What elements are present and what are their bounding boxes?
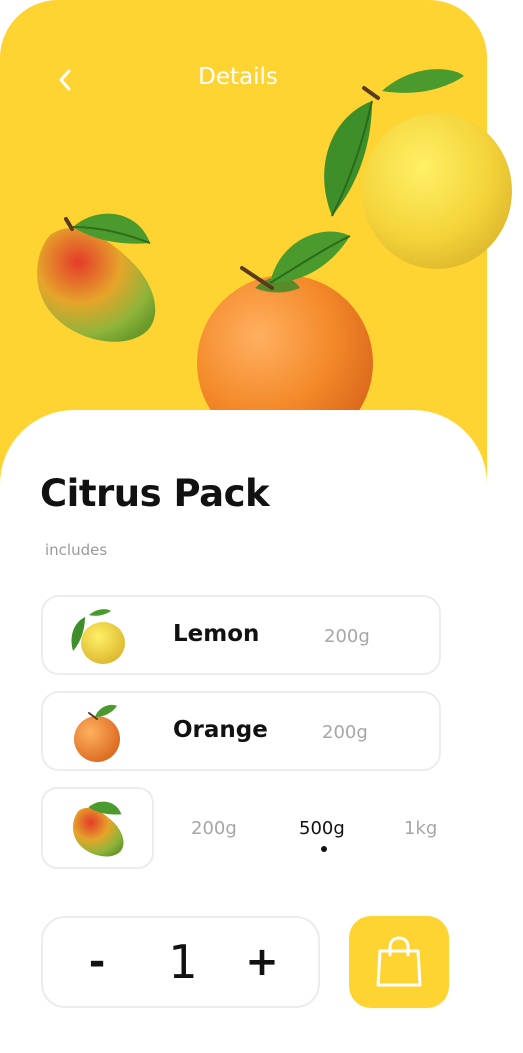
lemon-icon <box>71 609 125 664</box>
item-weight: 200g <box>322 722 368 743</box>
hero-mango-image <box>37 213 156 342</box>
item-card-lemon[interactable]: Lemon 200g <box>41 595 441 675</box>
increment-button[interactable]: + <box>240 936 284 988</box>
mango-card[interactable] <box>41 787 154 869</box>
item-name: Orange <box>173 717 268 743</box>
weight-option-500g[interactable]: 500g <box>299 818 345 839</box>
orange-icon <box>74 704 120 762</box>
item-name: Lemon <box>173 621 260 647</box>
item-card-orange[interactable]: Orange 200g <box>41 691 441 771</box>
weight-option-1kg[interactable]: 1kg <box>404 818 437 839</box>
quantity-stepper: - 1 + <box>41 916 320 1008</box>
quantity-value: 1 <box>168 935 198 989</box>
decrement-button[interactable]: - <box>75 936 119 988</box>
mango-icon <box>73 801 124 857</box>
product-title: Citrus Pack <box>40 472 270 515</box>
weight-option-200g[interactable]: 200g <box>191 818 237 839</box>
add-to-cart-button[interactable] <box>349 916 449 1008</box>
shopping-bag-icon <box>376 936 422 987</box>
item-weight: 200g <box>324 626 370 647</box>
selected-indicator <box>321 846 327 852</box>
details-screen: Details Citrus Pack includes Lemon 200g <box>0 0 523 1053</box>
page-title: Details <box>198 64 278 90</box>
includes-label: includes <box>45 541 108 559</box>
